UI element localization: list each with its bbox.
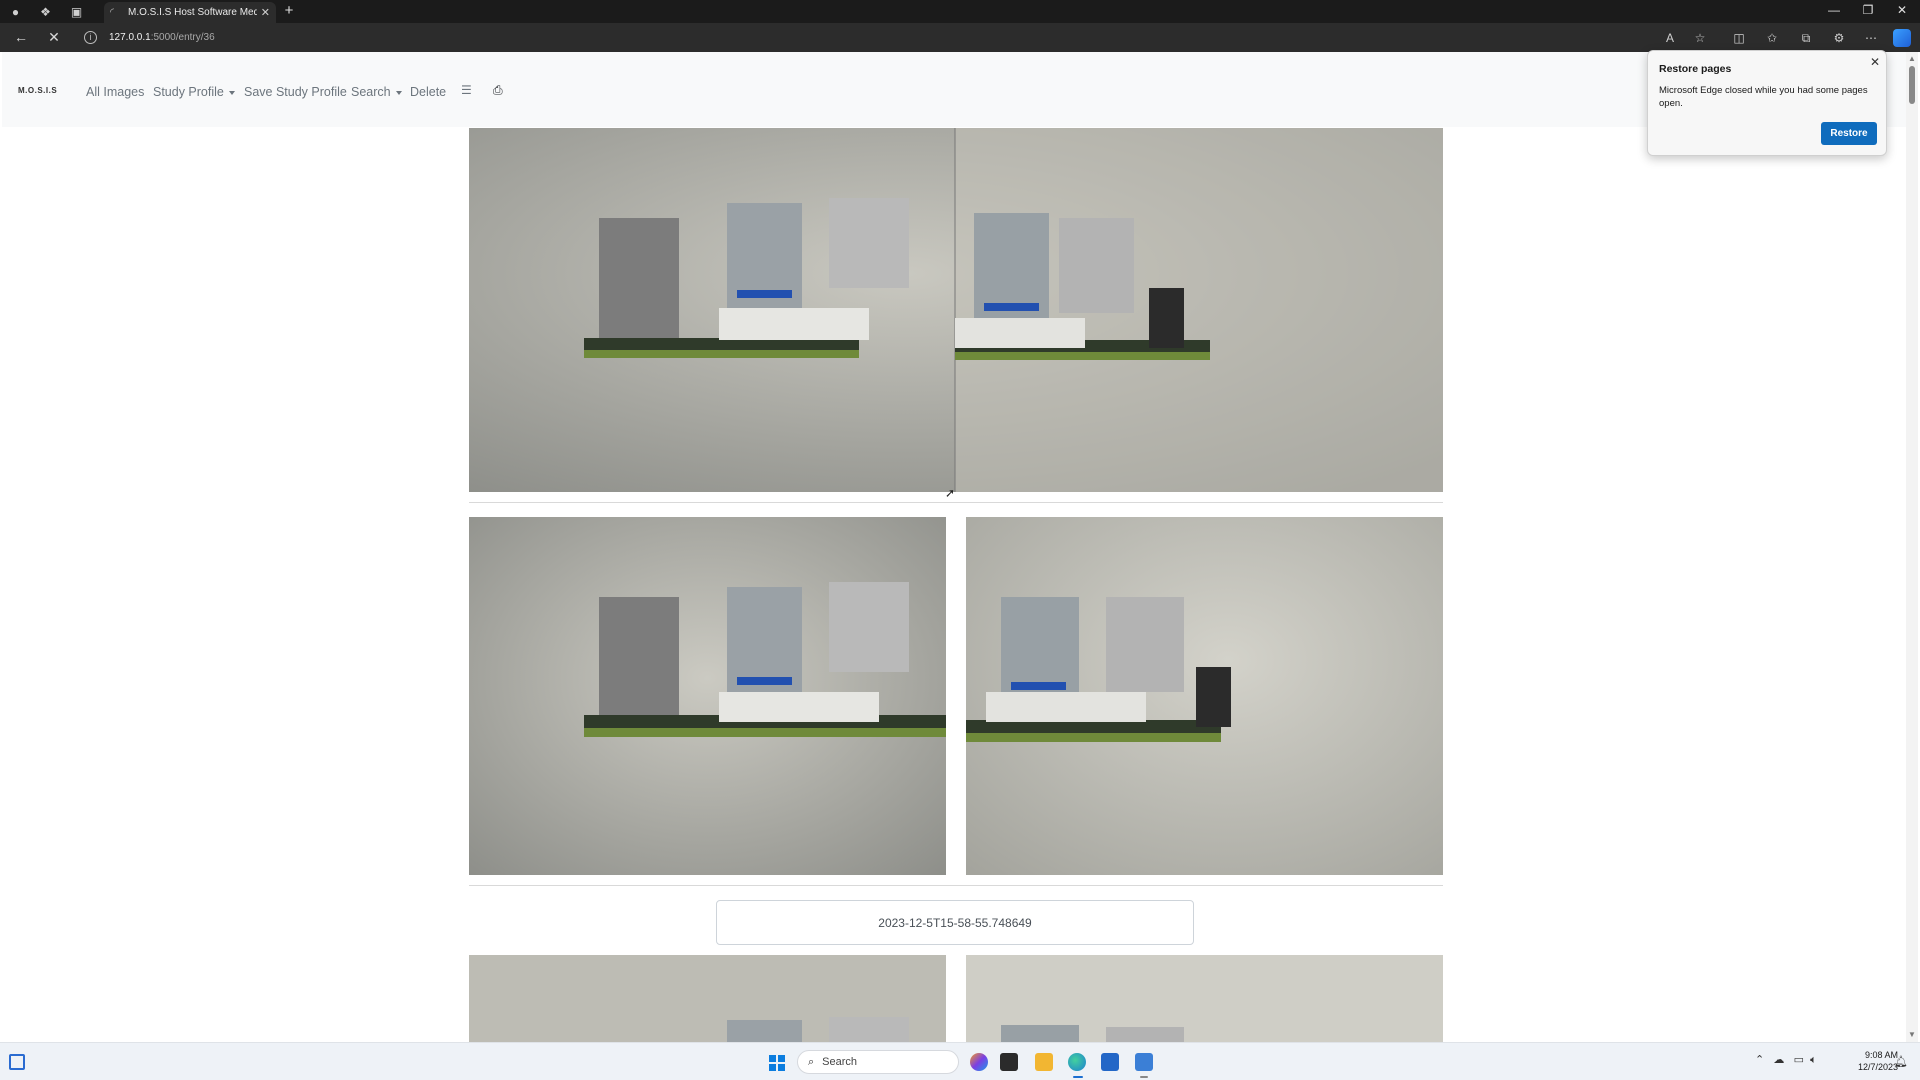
printer-icon[interactable]: ⎙	[493, 83, 503, 98]
scroll-up-arrow-icon[interactable]: ▲	[1908, 54, 1916, 63]
nav-delete[interactable]: Delete	[410, 85, 446, 99]
url-path: :5000/entry/36	[150, 32, 215, 43]
volume-icon[interactable]: 🔈︎	[1810, 1054, 1817, 1066]
windows-taskbar: ⌕ Search ⌃ ☁ ▭ 🔈︎ 9:08 AM 12/7/2023 🔔︎	[0, 1042, 1920, 1080]
page-scrollbar[interactable]: ▲ ▼	[1906, 52, 1918, 1042]
taskbar-search-placeholder: Search	[822, 1056, 858, 1068]
nav-study-profile-label: Study Profile	[153, 85, 224, 99]
more-icon[interactable]: ⋯	[1862, 29, 1880, 47]
new-tab-button[interactable]: +	[280, 2, 298, 19]
stitched-image[interactable]	[469, 128, 1443, 492]
list-icon[interactable]: ☰	[461, 83, 472, 97]
running-app-indicator	[1140, 1076, 1148, 1078]
tab-title: M.O.S.I.S Host Software Media E	[128, 7, 257, 18]
copilot-app-icon[interactable]	[970, 1053, 988, 1071]
copilot-icon[interactable]	[1893, 29, 1911, 47]
nav-search-dropdown[interactable]: Search	[351, 85, 402, 99]
nav-search-label: Search	[351, 85, 391, 99]
restore-pages-popup: Restore pages ✕ Microsoft Edge closed wh…	[1647, 50, 1887, 156]
scrollbar-thumb[interactable]	[1909, 66, 1915, 104]
widgets-icon[interactable]	[9, 1054, 25, 1070]
powershell-app-icon[interactable]	[1135, 1053, 1153, 1071]
workspaces-icon[interactable]: ❖	[37, 3, 54, 20]
clock-date: 12/7/2023	[1857, 1062, 1898, 1072]
address-toolbar: ← ✕ i 127.0.0.1:5000/entry/36 A ☆ ◫ ✩ ⧉ …	[0, 23, 1920, 52]
clock-time: 9:08 AM	[1864, 1050, 1898, 1060]
divider	[469, 502, 1443, 503]
tab-close-icon[interactable]: ✕	[261, 6, 270, 19]
stop-loading-icon[interactable]: ✕	[45, 29, 63, 46]
restore-popup-title: Restore pages	[1659, 63, 1732, 75]
site-navbar: M.O.S.I.S All Images Study Profile Save …	[2, 52, 1906, 127]
caret-down-icon	[228, 90, 235, 95]
active-app-indicator	[1073, 1076, 1083, 1078]
search-icon: ⌕	[808, 1055, 815, 1068]
read-aloud-icon[interactable]: A	[1661, 29, 1679, 47]
close-icon[interactable]: ✕	[1870, 55, 1880, 69]
next-right-image[interactable]	[966, 955, 1443, 1042]
divider	[469, 885, 1443, 886]
back-icon[interactable]: ←	[12, 29, 30, 45]
nav-study-profile-dropdown[interactable]: Study Profile	[153, 85, 235, 99]
url-host: 127.0.0.1	[109, 32, 151, 43]
page-viewport: M.O.S.I.S All Images Study Profile Save …	[2, 52, 1906, 1042]
next-left-image[interactable]	[469, 955, 946, 1042]
scroll-down-arrow-icon[interactable]: ▼	[1908, 1030, 1916, 1039]
store-app-icon[interactable]	[1101, 1053, 1119, 1071]
file-explorer-icon[interactable]	[1035, 1053, 1053, 1071]
terminal-app-icon[interactable]	[1000, 1053, 1018, 1071]
favorites-icon[interactable]: ✩	[1763, 29, 1781, 47]
loading-icon: ◜	[110, 6, 114, 18]
mouse-cursor-icon: ➚	[945, 486, 956, 500]
tab-actions-icon[interactable]: ▣	[68, 3, 85, 20]
nav-all-images[interactable]: All Images	[86, 85, 144, 99]
right-camera-image[interactable]	[966, 517, 1443, 875]
edge-browser-icon[interactable]	[1068, 1053, 1086, 1071]
favorite-star-icon[interactable]: ☆	[1691, 29, 1709, 47]
network-icon[interactable]: ▭	[1794, 1054, 1804, 1066]
profile-icon[interactable]: ●	[7, 3, 24, 20]
site-info-icon[interactable]: i	[84, 31, 97, 44]
caret-down-icon	[395, 90, 402, 95]
taskbar-clock[interactable]: 9:08 AM 12/7/2023	[1840, 1049, 1898, 1073]
taskbar-search-box[interactable]: ⌕ Search	[797, 1050, 959, 1074]
nav-save-study-profile[interactable]: Save Study Profile	[244, 85, 347, 99]
restore-popup-message: Microsoft Edge closed while you had some…	[1659, 85, 1868, 109]
restore-window-icon[interactable]: ❐	[1858, 3, 1878, 17]
extensions-icon[interactable]: ⚙	[1830, 29, 1848, 47]
entry-timestamp: 2023-12-5T15-58-55.748649	[716, 900, 1194, 945]
left-camera-image[interactable]	[469, 517, 946, 875]
browser-title-bar: ● ❖ ▣ ◜ M.O.S.I.S Host Software Media E …	[0, 0, 1920, 23]
restore-button[interactable]: Restore	[1821, 122, 1877, 145]
onedrive-icon[interactable]: ☁	[1773, 1054, 1784, 1066]
system-tray[interactable]: ⌃ ☁ ▭ 🔈︎	[1755, 1053, 1817, 1067]
notification-bell-icon[interactable]: 🔔︎	[1894, 1055, 1908, 1068]
start-button[interactable]	[769, 1055, 785, 1071]
address-field[interactable]: i 127.0.0.1:5000/entry/36	[84, 27, 1644, 48]
close-window-icon[interactable]: ✕	[1892, 3, 1912, 17]
site-logo[interactable]: M.O.S.I.S	[18, 86, 57, 95]
split-screen-icon[interactable]: ◫	[1730, 29, 1748, 47]
collections-icon[interactable]: ⧉	[1797, 29, 1815, 47]
minimize-icon[interactable]: —	[1824, 3, 1844, 17]
chevron-up-icon[interactable]: ⌃	[1755, 1054, 1764, 1066]
browser-tab-active[interactable]: ◜ M.O.S.I.S Host Software Media E ✕	[104, 2, 276, 23]
